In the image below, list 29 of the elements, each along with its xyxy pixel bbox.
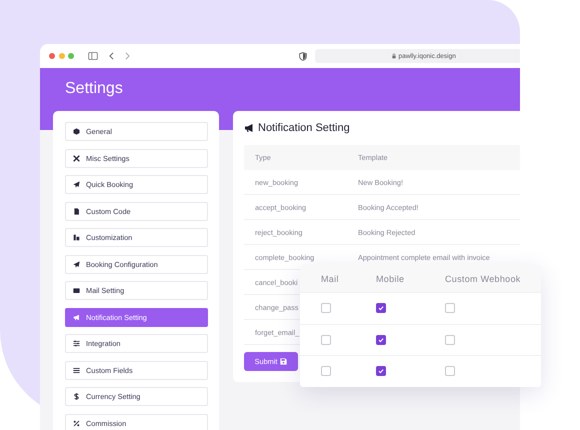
column-header: Mobile [376,274,406,284]
checkbox[interactable] [376,303,386,314]
check-icon [377,336,385,344]
megaphone-icon [73,314,80,320]
paper-plane-icon [73,260,80,268]
shield-icon[interactable] [298,52,306,60]
check-icon [377,304,385,312]
forward-icon[interactable] [124,52,130,60]
column-header: Mail [320,274,340,284]
percent-icon [73,420,80,426]
lock-icon [392,53,396,59]
file-icon [73,208,80,214]
maximize-dot[interactable] [68,53,74,59]
sidebar-icon[interactable] [88,52,98,60]
column-header: Custom Webhook [445,274,521,284]
back-icon[interactable] [108,52,114,60]
sliders-icon [73,340,80,347]
panel-title: Notification Setting [258,122,350,134]
megaphone-icon [244,123,254,133]
close-dot[interactable] [49,53,55,59]
check-icon [377,367,385,376]
paper-plane-icon [73,181,80,188]
minimize-dot[interactable] [58,53,64,59]
dollar-icon [73,393,80,400]
list-icon [73,366,80,374]
checkbox[interactable] [376,366,386,376]
checkbox[interactable] [376,334,386,345]
page-title: Settings [65,80,123,97]
save-icon [280,358,288,365]
